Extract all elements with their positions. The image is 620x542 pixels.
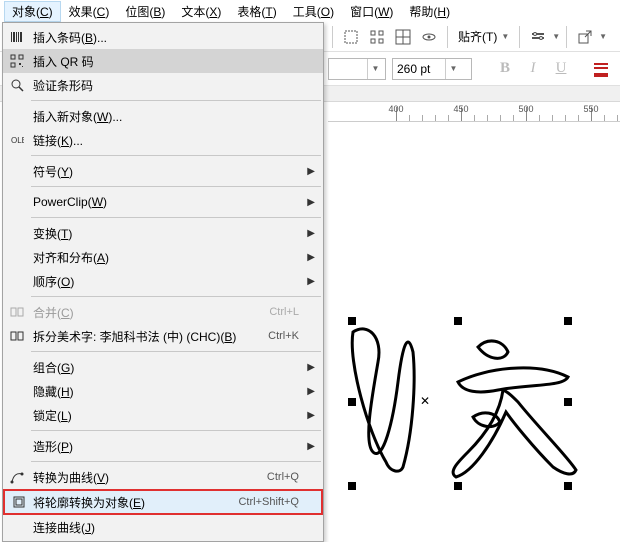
ruler-label: 400 [388,104,403,114]
menu-item[interactable]: 插入 QR 码 [3,49,323,73]
menu-item-label: PowerClip(W) [33,195,299,209]
menu-item-label: 插入 QR 码 [33,53,299,70]
canvas-artwork [328,122,620,522]
grid2-icon[interactable] [391,25,415,49]
menu-item[interactable]: 表格(T) [229,1,284,22]
menu-item[interactable]: 位图(B) [117,1,173,22]
menu-item-label: 锁定(L) [33,407,299,424]
merge-icon [9,304,25,320]
menu-shortcut: Ctrl+L [269,306,299,318]
menu-item[interactable]: 造形(P) ▶ [3,434,323,458]
menu-item[interactable]: 拆分美术字: 李旭科书法 (中) (CHC)(B)Ctrl+K [3,324,323,348]
magnify-icon [9,77,25,93]
menu-item-label: 插入新对象(W)... [33,108,299,125]
submenu-arrow-icon: ▶ [307,386,315,397]
qr-icon [9,53,25,69]
fontsize-field[interactable] [393,62,445,76]
menu-item[interactable]: 连接曲线(J) [3,515,323,539]
grid-icon[interactable] [365,25,389,49]
menu-item-label: 隐藏(H) [33,383,299,400]
underline-button[interactable]: U [550,58,572,80]
menu-item-label: 拆分美术字: 李旭科书法 (中) (CHC)(B) [33,328,268,345]
curve-icon [9,469,25,485]
submenu-arrow-icon: ▶ [307,441,315,452]
menu-item[interactable]: 转换为曲线(V)Ctrl+Q [3,465,323,489]
menu-item-label: 变换(T) [33,225,299,242]
horizontal-ruler: 400 450 500 550 [328,102,620,122]
fontsize-dropdown[interactable]: ▼ [392,58,472,80]
submenu-arrow-icon: ▶ [307,410,315,421]
menu-item[interactable]: 对象(C) [4,1,61,22]
eye-icon[interactable] [417,25,441,49]
menu-item[interactable]: 工具(O) [285,1,342,22]
menu-item-label: 造形(P) [33,438,299,455]
menu-item-label: 连接曲线(J) [33,519,299,536]
ruler-label: 450 [453,104,468,114]
menu-item[interactable]: 隐藏(H) ▶ [3,379,323,403]
menu-shortcut: Ctrl+Q [267,471,299,483]
submenu-arrow-icon: ▶ [307,276,315,287]
rect-select-icon[interactable] [339,25,363,49]
menu-shortcut: Ctrl+Shift+Q [238,496,299,508]
menu-shortcut: Ctrl+K [268,330,299,342]
menu-item-label: 对齐和分布(A) [33,249,299,266]
menu-item[interactable]: 组合(G) ▶ [3,355,323,379]
menu-item[interactable]: 锁定(L) ▶ [3,403,323,427]
font-dropdown[interactable]: ▼ [328,58,386,80]
menubar: 对象(C)效果(C)位图(B)文本(X)表格(T)工具(O)窗口(W)帮助(H) [0,0,620,22]
menu-item-label: 组合(G) [33,359,299,376]
submenu-arrow-icon: ▶ [307,166,315,177]
outline-icon [11,494,27,510]
barcode-icon [9,29,25,45]
options-icon[interactable] [526,25,550,49]
menu-item[interactable]: 帮助(H) [401,1,458,22]
menu-item[interactable]: 插入新对象(W)... [3,104,323,128]
menu-item-label: 转换为曲线(V) [33,469,267,486]
text-color-button[interactable] [590,58,612,80]
submenu-arrow-icon: ▶ [307,252,315,263]
submenu-arrow-icon: ▶ [307,362,315,373]
menu-item-label: 链接(K)... [33,132,299,149]
menu-item: 合并(C)Ctrl+L [3,300,323,324]
link-icon: OLE [9,132,25,148]
menu-item-label: 顺序(O) [33,273,299,290]
menu-item[interactable]: 将轮廓转换为对象(E)Ctrl+Shift+Q [3,489,323,515]
menu-item-label: 验证条形码 [33,77,299,94]
submenu-arrow-icon: ▶ [307,228,315,239]
menu-item[interactable]: 顺序(O) ▶ [3,269,323,293]
menu-item[interactable]: 窗口(W) [342,1,401,22]
object-menu-dropdown: 插入条码(B)... 插入 QR 码验证条形码插入新对象(W)... OLE 链接(K… [2,22,324,542]
menu-item[interactable]: 符号(Y) ▶ [3,159,323,183]
snap-dropdown[interactable]: 贴齐(T)▼ [454,25,513,49]
italic-button[interactable]: I [522,58,544,80]
split-icon [9,328,25,344]
menu-item[interactable]: 效果(C) [61,1,118,22]
menu-item[interactable]: 变换(T) ▶ [3,221,323,245]
menu-item[interactable]: 文本(X) [173,1,229,22]
menu-item[interactable]: 对齐和分布(A) ▶ [3,245,323,269]
menu-item[interactable]: OLE 链接(K)... [3,128,323,152]
menu-item-label: 将轮廓转换为对象(E) [33,494,238,511]
submenu-arrow-icon: ▶ [307,197,315,208]
menu-item[interactable]: 验证条形码 [3,73,323,97]
font-field [329,62,367,76]
menu-item-label: 合并(C) [33,304,269,321]
menu-item-label: 符号(Y) [33,163,299,180]
ruler-label: 500 [518,104,533,114]
menu-item-label: 插入条码(B)... [33,29,299,46]
launch-icon[interactable] [573,25,597,49]
svg-text:OLE: OLE [11,136,24,145]
ruler-label: 550 [583,104,598,114]
menu-item[interactable]: 插入条码(B)... [3,25,323,49]
bold-button[interactable]: B [494,58,516,80]
menu-item[interactable]: PowerClip(W) ▶ [3,190,323,214]
